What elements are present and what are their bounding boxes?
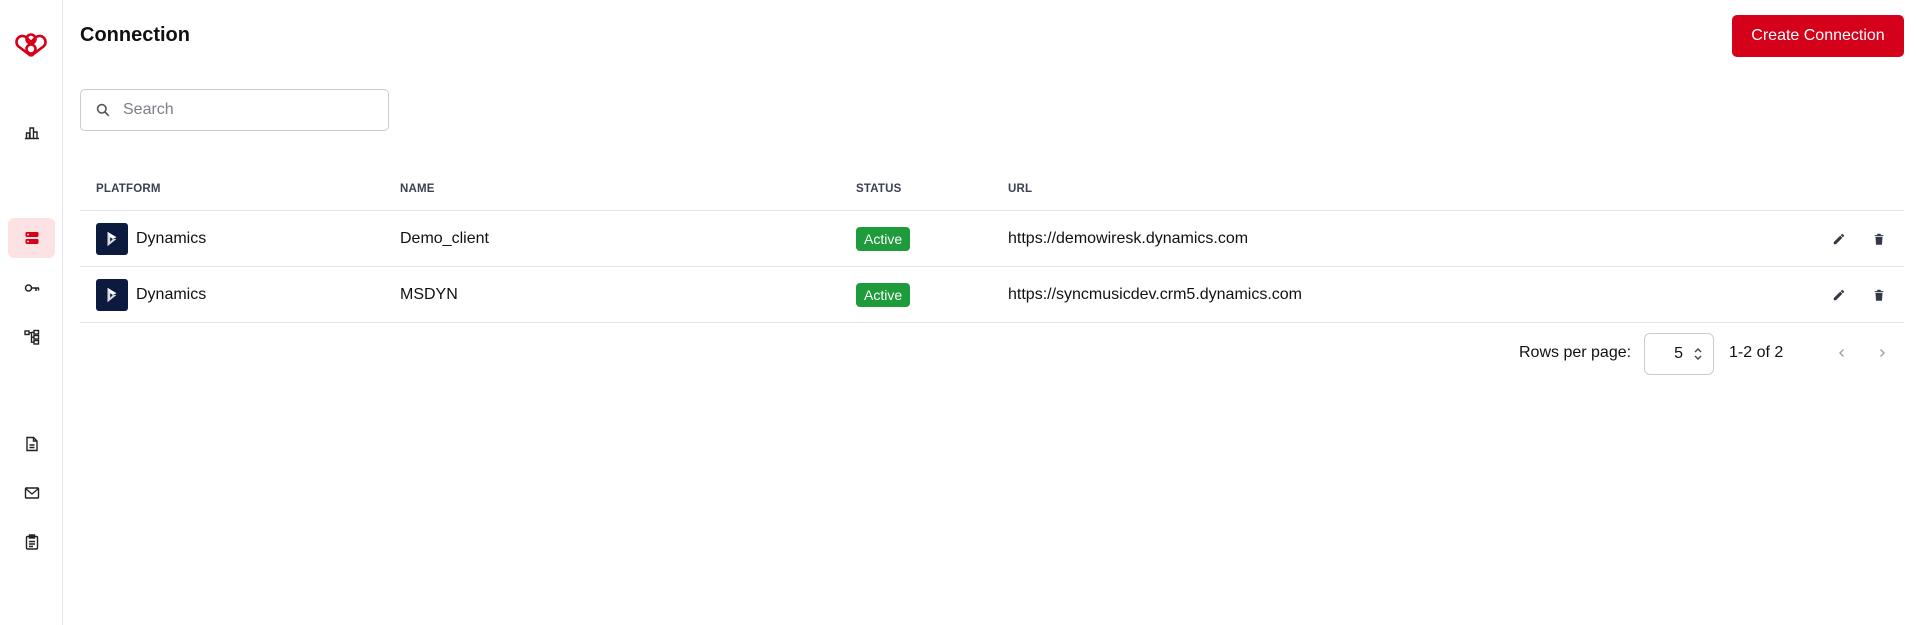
previous-page-button[interactable]: [1831, 342, 1853, 364]
rows-per-page-select[interactable]: 5: [1644, 333, 1714, 375]
sidebar-item-clipboard[interactable]: [8, 522, 55, 562]
mail-icon: [24, 487, 39, 499]
row-actions: [1830, 286, 1888, 304]
platform-cell: Dynamics: [96, 222, 207, 255]
edit-button[interactable]: [1830, 286, 1848, 304]
sidebar-item-keys[interactable]: [8, 268, 55, 308]
database-icon: [25, 232, 38, 244]
status-badge: Active: [856, 226, 911, 251]
main-content: Connection Create Connection PLATFORM NA…: [64, 0, 1916, 625]
dynamics-logo-icon: [96, 278, 128, 311]
table-row[interactable]: Dynamics Demo_client Active https://demo…: [80, 211, 1904, 267]
document-icon: [25, 436, 38, 452]
column-header-platform[interactable]: PLATFORM: [96, 183, 161, 195]
page-title: Connection: [80, 24, 190, 46]
row-actions: [1830, 230, 1888, 248]
chevron-left-icon: [1839, 349, 1844, 357]
clipboard-icon: [25, 534, 38, 550]
key-icon: [24, 284, 39, 292]
brand-logo[interactable]: [13, 30, 49, 62]
platform-name: Dynamics: [136, 285, 207, 303]
connection-name: MSDYN: [400, 285, 458, 303]
edit-button[interactable]: [1830, 230, 1848, 248]
delete-button[interactable]: [1870, 230, 1888, 248]
pencil-icon: [1833, 289, 1845, 300]
connections-table: PLATFORM NAME STATUS URL Dynamics Demo_c…: [80, 168, 1904, 323]
search-box[interactable]: [80, 89, 389, 131]
updown-chevron-icon: [1694, 348, 1702, 360]
chevron-right-icon: [1880, 349, 1885, 357]
connection-name: Demo_client: [400, 229, 489, 247]
rows-per-page-value: 5: [1674, 345, 1683, 362]
status-badge: Active: [856, 282, 911, 307]
table-header: PLATFORM NAME STATUS URL: [80, 168, 1904, 211]
connection-url: https://syncmusicdev.crm5.dynamics.com: [1008, 285, 1303, 303]
dynamics-logo-icon: [96, 222, 128, 255]
column-header-url[interactable]: URL: [1008, 183, 1032, 195]
connection-url: https://demowiresk.dynamics.com: [1008, 229, 1249, 247]
search-input[interactable]: [123, 101, 363, 119]
pencil-icon: [1833, 233, 1845, 244]
next-page-button[interactable]: [1871, 342, 1893, 364]
search-icon: [96, 103, 110, 117]
bar-chart-icon: [24, 127, 39, 140]
hierarchy-icon: [23, 329, 39, 345]
sidebar-item-documents[interactable]: [8, 424, 55, 464]
trash-icon: [1874, 289, 1884, 301]
platform-name: Dynamics: [136, 229, 207, 247]
sidebar-item-connections[interactable]: [8, 218, 55, 258]
trash-icon: [1874, 233, 1884, 245]
delete-button[interactable]: [1870, 286, 1888, 304]
platform-cell: Dynamics: [96, 278, 207, 311]
rows-per-page-label: Rows per page:: [1519, 344, 1632, 361]
column-header-status[interactable]: STATUS: [856, 183, 902, 195]
sidebar: [0, 0, 63, 625]
pagination: Rows per page: 5 1-2 of 2: [64, 332, 1904, 375]
sidebar-item-workflows[interactable]: [8, 317, 55, 357]
sidebar-item-mail[interactable]: [8, 473, 55, 513]
column-header-name[interactable]: NAME: [400, 183, 435, 195]
page-range: 1-2 of 2: [1729, 344, 1784, 361]
table-row[interactable]: Dynamics MSDYN Active https://syncmusicd…: [80, 267, 1904, 323]
create-connection-button[interactable]: Create Connection: [1732, 15, 1904, 57]
sidebar-item-dashboard[interactable]: [8, 112, 55, 152]
